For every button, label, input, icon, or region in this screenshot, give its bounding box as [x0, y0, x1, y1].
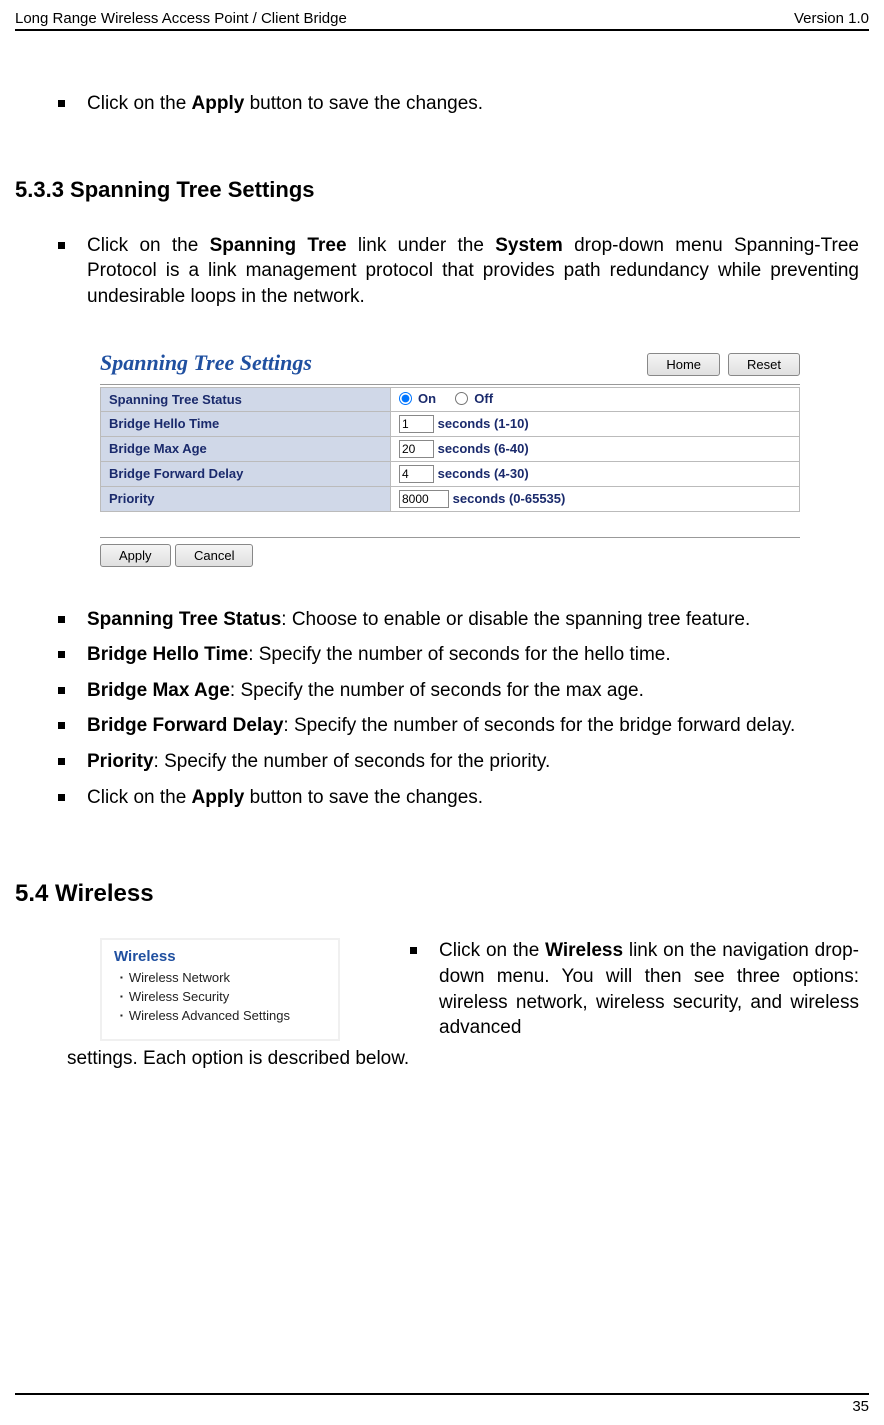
priority-input[interactable]	[399, 490, 449, 508]
reset-button[interactable]: Reset	[728, 353, 800, 376]
section-54-heading: 5.4 Wireless	[15, 880, 859, 908]
bullet-icon	[58, 100, 65, 107]
desc-apply: Click on the Apply button to save the ch…	[87, 785, 483, 811]
desc-priority: Priority: Specify the number of seconds …	[87, 749, 550, 775]
desc-status: Spanning Tree Status: Choose to enable o…	[87, 607, 750, 633]
hello-suffix: seconds (1-10)	[438, 416, 529, 431]
page-number: 35	[852, 1398, 869, 1415]
page-header: Long Range Wireless Access Point / Clien…	[15, 10, 869, 31]
spanning-tree-settings-panel: Spanning Tree Settings Home Reset Spanni…	[100, 350, 800, 567]
bullet-icon	[58, 651, 65, 658]
forward-input[interactable]	[399, 465, 434, 483]
status-on-radio[interactable]	[399, 392, 412, 405]
maxage-suffix: seconds (6-40)	[438, 441, 529, 456]
bullet-icon	[58, 758, 65, 765]
on-label: On	[418, 391, 436, 406]
priority-label: Priority	[101, 486, 391, 511]
wireless-menu-item-network[interactable]: Wireless Network	[102, 968, 338, 987]
desc-hello: Bridge Hello Time: Specify the number of…	[87, 642, 671, 668]
home-button[interactable]: Home	[647, 353, 720, 376]
hello-input[interactable]	[399, 415, 434, 433]
bullet-icon	[58, 794, 65, 801]
settings-title: Spanning Tree Settings	[100, 350, 312, 376]
wireless-menu: Wireless Wireless Network Wireless Secur…	[100, 938, 340, 1041]
maxage-label: Bridge Max Age	[101, 436, 391, 461]
forward-suffix: seconds (4-30)	[438, 466, 529, 481]
bullet-icon	[410, 947, 417, 954]
wireless-continued-text: settings. Each option is described below…	[67, 1046, 859, 1072]
forward-label: Bridge Forward Delay	[101, 461, 391, 486]
wireless-menu-title: Wireless	[102, 945, 338, 968]
bullet-icon	[58, 722, 65, 729]
wireless-bullet-text: Click on the Wireless link on the naviga…	[439, 938, 859, 1041]
cancel-button[interactable]: Cancel	[175, 544, 253, 567]
header-right: Version 1.0	[794, 10, 869, 27]
section-533-heading: 5.3.3 Spanning Tree Settings	[15, 177, 859, 203]
header-left: Long Range Wireless Access Point / Clien…	[15, 10, 347, 27]
priority-suffix: seconds (0-65535)	[453, 491, 566, 506]
status-off-radio[interactable]	[455, 392, 468, 405]
apply-button[interactable]: Apply	[100, 544, 171, 567]
page-footer: 35	[15, 1393, 869, 1415]
desc-forward: Bridge Forward Delay: Specify the number…	[87, 713, 795, 739]
bullet-icon	[58, 687, 65, 694]
intro-bullet-text: Click on the Apply button to save the ch…	[87, 91, 483, 117]
off-label: Off	[474, 391, 493, 406]
status-label: Spanning Tree Status	[101, 387, 391, 411]
wireless-menu-item-security[interactable]: Wireless Security	[102, 987, 338, 1006]
desc-maxage: Bridge Max Age: Specify the number of se…	[87, 678, 644, 704]
section-533-bullet1: Click on the Spanning Tree link under th…	[87, 233, 859, 310]
maxage-input[interactable]	[399, 440, 434, 458]
bullet-icon	[58, 616, 65, 623]
hello-label: Bridge Hello Time	[101, 411, 391, 436]
divider	[100, 537, 800, 538]
wireless-menu-item-advanced[interactable]: Wireless Advanced Settings	[102, 1006, 338, 1025]
bullet-icon	[58, 242, 65, 249]
divider	[100, 384, 800, 385]
